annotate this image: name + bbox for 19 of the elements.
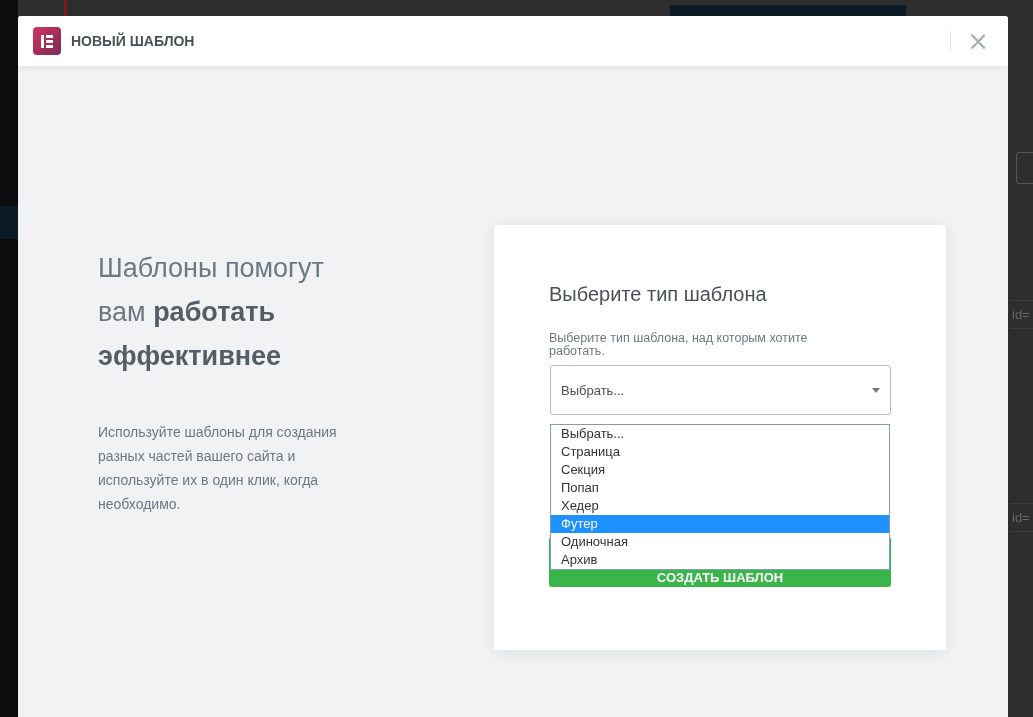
- sidebar-item: [0, 206, 18, 239]
- dropdown-option[interactable]: Архив: [551, 551, 889, 569]
- background-text: id=: [1010, 300, 1033, 329]
- dropdown-option[interactable]: Хедер: [551, 497, 889, 515]
- caret-icon: [872, 387, 880, 393]
- intro-heading: Шаблоны помогут вам работать эффективнее: [98, 252, 325, 373]
- intro-text: Используйте шаблоны для создания разных частей вашего сайта и используйте их в один клик, когда необходимо.: [98, 423, 338, 514]
- dropdown-option[interactable]: Страница: [551, 443, 889, 461]
- background-field: [1016, 152, 1033, 184]
- template-type-select[interactable]: Выбрать...: [550, 365, 891, 415]
- dropdown-option[interactable]: Секция: [551, 461, 889, 479]
- dropdown-option[interactable]: Выбрать...: [551, 425, 889, 443]
- dropdown-option[interactable]: Попап: [551, 479, 889, 497]
- dropdown-option[interactable]: Одиночная: [551, 533, 889, 551]
- form-title: Выберите тип шаблона: [549, 283, 768, 306]
- modal-title: НОВЫЙ ШАБЛОН: [71, 33, 195, 49]
- field-label: Выберите тип шаблона, над которым хотите работать.: [549, 332, 809, 358]
- background-text: id=: [1010, 503, 1033, 532]
- logo-icon: [33, 27, 61, 55]
